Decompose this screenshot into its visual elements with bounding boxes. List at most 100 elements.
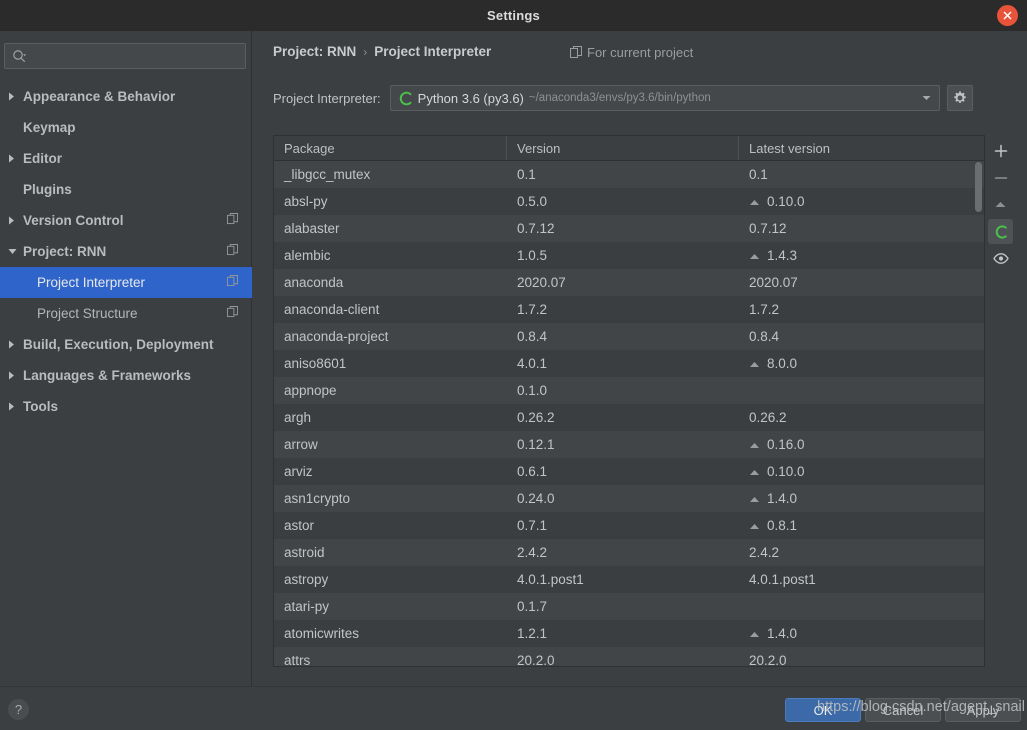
- chevron-right-icon[interactable]: [8, 391, 23, 422]
- upgrade-available-icon: [749, 626, 760, 641]
- cell-latest-version: 1.7.2: [739, 296, 984, 323]
- breadcrumb-project[interactable]: Project: RNN: [273, 44, 356, 59]
- chevron-right-icon[interactable]: [8, 143, 23, 174]
- sidebar-item-languages-frameworks[interactable]: Languages & Frameworks: [0, 360, 252, 391]
- help-button[interactable]: ?: [8, 699, 29, 720]
- search-input[interactable]: [27, 49, 245, 63]
- chevron-down-icon[interactable]: [8, 236, 23, 267]
- table-row[interactable]: anaconda-project 0.8.4 0.8.4: [274, 323, 984, 350]
- cell-package: aniso8601: [284, 356, 347, 371]
- sidebar-item-tools[interactable]: Tools: [0, 391, 252, 422]
- sidebar-item-label: Plugins: [23, 182, 72, 197]
- sidebar-item-project-structure[interactable]: Project Structure: [0, 298, 252, 329]
- sidebar-item-label: Project Interpreter: [37, 275, 146, 290]
- table-row[interactable]: anaconda 2020.07 2020.07: [274, 269, 984, 296]
- table-row[interactable]: anaconda-client 1.7.2 1.7.2: [274, 296, 984, 323]
- interpreter-settings-button[interactable]: [946, 85, 973, 111]
- dialog-footer: ? OK Cancel Apply: [0, 686, 1027, 730]
- sidebar-item-build-execution-deployment[interactable]: Build, Execution, Deployment: [0, 329, 252, 360]
- cell-latest-version: [739, 377, 984, 404]
- cell-package: astor: [284, 518, 315, 533]
- table-row[interactable]: aniso8601 4.0.1 8.0.0: [274, 350, 984, 377]
- sidebar-item-project-rnn[interactable]: Project: RNN: [0, 236, 252, 267]
- sidebar-item-label: Build, Execution, Deployment: [23, 337, 214, 352]
- table-row[interactable]: asn1crypto 0.24.0 1.4.0: [274, 485, 984, 512]
- column-header-package[interactable]: Package: [274, 136, 507, 160]
- chevron-right-icon[interactable]: [8, 81, 23, 112]
- cell-latest-version-text: 1.7.2: [749, 302, 780, 317]
- column-header-version[interactable]: Version: [507, 136, 739, 160]
- cell-latest-version: 1.4.0: [739, 620, 984, 647]
- settings-sidebar: Appearance & Behavior Keymap Editor Plugins…: [0, 31, 252, 686]
- table-row[interactable]: arviz 0.6.1 0.10.0: [274, 458, 984, 485]
- copy-settings-icon[interactable]: [227, 274, 238, 292]
- dialog-buttons: OK Cancel Apply: [785, 698, 1021, 722]
- packages-scrollbar[interactable]: [974, 162, 983, 666]
- packages-table: Package Version Latest version _libgcc_m…: [273, 135, 985, 667]
- cancel-button[interactable]: Cancel: [865, 698, 941, 722]
- cell-version: 1.2.1: [517, 626, 548, 641]
- table-row[interactable]: attrs 20.2.0 20.2.0: [274, 647, 984, 666]
- copy-settings-icon[interactable]: [227, 243, 238, 261]
- copy-settings-icon[interactable]: [227, 212, 238, 230]
- scope-label: For current project: [587, 45, 694, 60]
- table-row[interactable]: arrow 0.12.1 0.16.0: [274, 431, 984, 458]
- chevron-right-icon[interactable]: [8, 329, 23, 360]
- upgrade-available-icon: [749, 248, 760, 263]
- upgrade-package-button[interactable]: [988, 192, 1013, 217]
- packages-scrollbar-thumb[interactable]: [975, 162, 982, 212]
- search-container: [4, 43, 246, 69]
- cell-latest-version: 4.0.1.post1: [739, 566, 984, 593]
- sidebar-item-version-control[interactable]: Version Control: [0, 205, 252, 236]
- sidebar-item-project-interpreter[interactable]: Project Interpreter: [0, 267, 252, 298]
- show-early-releases-button[interactable]: [988, 246, 1013, 271]
- close-icon[interactable]: [997, 5, 1018, 26]
- sidebar-item-label: Version Control: [23, 213, 124, 228]
- sidebar-item-label: Languages & Frameworks: [23, 368, 192, 383]
- apply-button[interactable]: Apply: [945, 698, 1021, 722]
- chevron-right-icon[interactable]: [8, 360, 23, 391]
- cell-latest-version-text: 1.4.0: [767, 491, 798, 506]
- sidebar-item-appearance-behavior[interactable]: Appearance & Behavior: [0, 81, 252, 112]
- remove-package-button[interactable]: [988, 165, 1013, 190]
- cell-latest-version: 0.26.2: [739, 404, 984, 431]
- table-row[interactable]: argh 0.26.2 0.26.2: [274, 404, 984, 431]
- copy-settings-icon[interactable]: [227, 305, 238, 323]
- table-row[interactable]: astroid 2.4.2 2.4.2: [274, 539, 984, 566]
- cell-package: alembic: [284, 248, 331, 263]
- cell-latest-version: 1.4.3: [739, 242, 984, 269]
- interpreter-path: ~/anaconda3/envs/py3.6/bin/python: [528, 92, 711, 104]
- refresh-packages-button[interactable]: [988, 219, 1013, 244]
- table-row[interactable]: astropy 4.0.1.post1 4.0.1.post1: [274, 566, 984, 593]
- cell-latest-version: 0.8.1: [739, 512, 984, 539]
- breadcrumb: Project: RNN › Project Interpreter: [273, 44, 491, 59]
- sidebar-item-plugins[interactable]: Plugins: [0, 174, 252, 205]
- cell-latest-version: 8.0.0: [739, 350, 984, 377]
- chevron-right-icon[interactable]: [8, 205, 23, 236]
- table-row[interactable]: atomicwrites 1.2.1 1.4.0: [274, 620, 984, 647]
- table-row[interactable]: alabaster 0.7.12 0.7.12: [274, 215, 984, 242]
- table-row[interactable]: appnope 0.1.0: [274, 377, 984, 404]
- breadcrumb-separator-icon: ›: [363, 45, 368, 59]
- sidebar-item-keymap[interactable]: Keymap: [0, 112, 252, 143]
- cell-package: astropy: [284, 572, 329, 587]
- add-package-button[interactable]: [988, 138, 1013, 163]
- table-row[interactable]: alembic 1.0.5 1.4.3: [274, 242, 984, 269]
- help-label: ?: [14, 702, 23, 717]
- table-row[interactable]: _libgcc_mutex 0.1 0.1: [274, 161, 984, 188]
- table-row[interactable]: atari-py 0.1.7: [274, 593, 984, 620]
- interpreter-dropdown[interactable]: Python 3.6 (py3.6) ~/anaconda3/envs/py3.…: [389, 85, 940, 111]
- ok-button[interactable]: OK: [785, 698, 861, 722]
- settings-content: Project: RNN › Project Interpreter For c…: [253, 31, 1027, 686]
- sidebar-item-editor[interactable]: Editor: [0, 143, 252, 174]
- cell-version: 0.7.12: [517, 221, 555, 236]
- search-box[interactable]: [4, 43, 246, 69]
- table-row[interactable]: absl-py 0.5.0 0.10.0: [274, 188, 984, 215]
- column-header-latest-version[interactable]: Latest version: [739, 136, 984, 160]
- search-icon: [13, 49, 27, 62]
- cell-version: 1.0.5: [517, 248, 548, 263]
- title-bar: Settings: [0, 0, 1027, 31]
- settings-dialog: Appearance & Behavior Keymap Editor Plugins…: [0, 31, 1027, 686]
- table-row[interactable]: astor 0.7.1 0.8.1: [274, 512, 984, 539]
- cell-version: 0.12.1: [517, 437, 555, 452]
